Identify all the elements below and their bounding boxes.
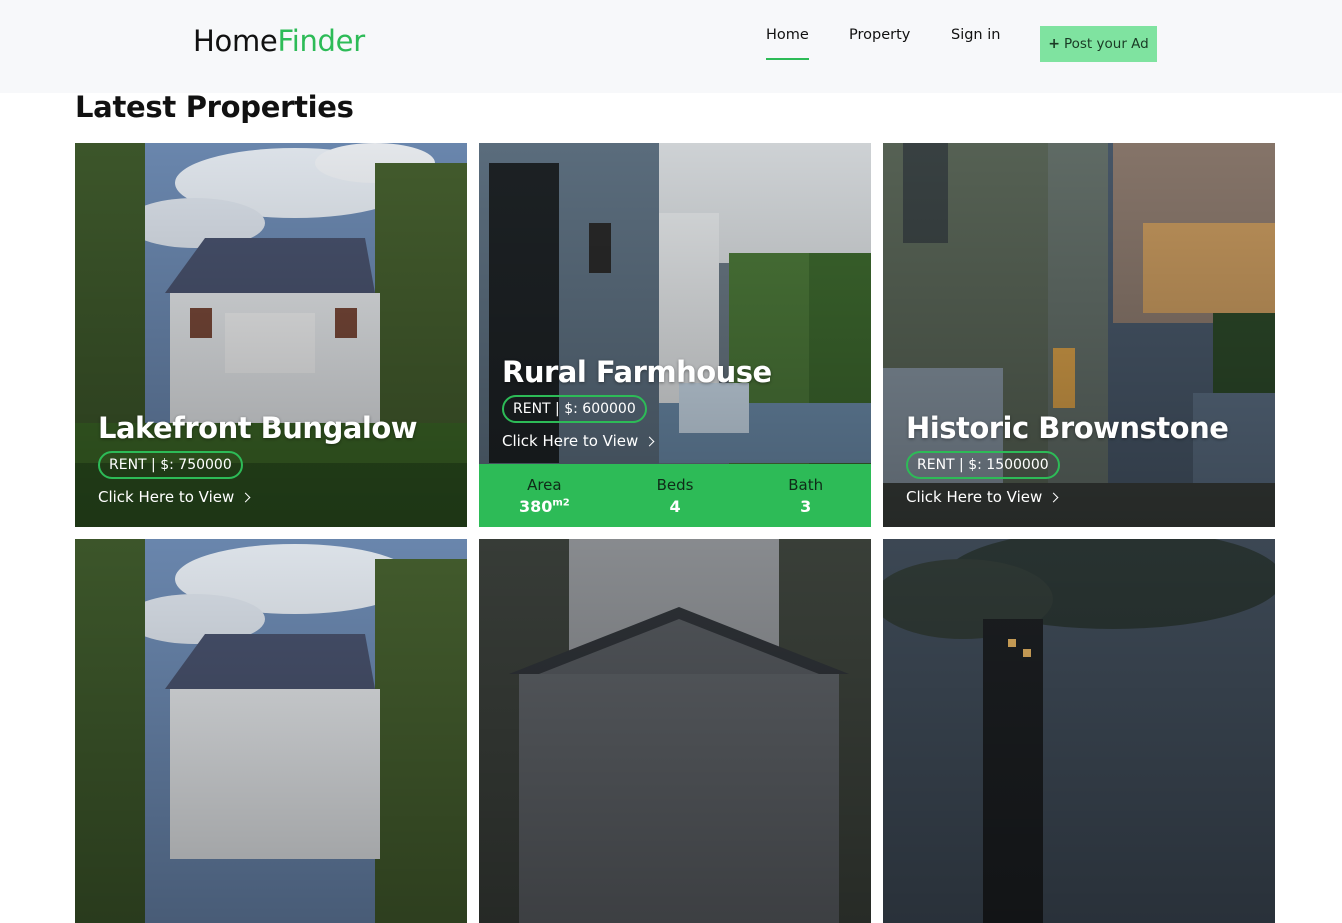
card-price-badge: RENT | $: 600000	[502, 395, 647, 423]
logo-text-finder: Finder	[277, 24, 365, 58]
chevron-right-icon	[240, 492, 251, 503]
stat-bath-value: 3	[800, 496, 812, 516]
navbar: HomeFinder Home Property Sign in + Post …	[0, 0, 1342, 93]
stat-beds-value: 4	[669, 496, 681, 516]
view-link-label: Click Here to View	[98, 488, 235, 506]
nav-signin[interactable]: Sign in	[951, 27, 1000, 43]
card-overlay	[479, 539, 871, 923]
nav-home[interactable]: Home	[766, 27, 809, 60]
card-title: Rural Farmhouse	[502, 355, 772, 389]
view-link-label: Click Here to View	[502, 432, 639, 450]
stat-area-unit: m2	[552, 497, 570, 509]
card-view-link[interactable]: Click Here to View	[906, 488, 1059, 506]
property-card[interactable]	[75, 539, 467, 923]
stat-bath: Bath 3	[740, 464, 871, 527]
post-ad-button[interactable]: + Post your Ad	[1040, 26, 1157, 62]
card-view-link[interactable]: Click Here to View	[98, 488, 251, 506]
stat-beds-label: Beds	[656, 475, 694, 494]
property-card[interactable]	[883, 539, 1275, 923]
plus-icon: +	[1048, 36, 1060, 52]
stat-area: Area 380m2	[479, 464, 610, 527]
logo[interactable]: HomeFinder	[193, 24, 365, 58]
stat-area-label: Area	[527, 475, 562, 494]
stat-beds: Beds 4	[610, 464, 741, 527]
property-card-lakefront-bungalow[interactable]: Lakefront Bungalow RENT | $: 750000 Clic…	[75, 143, 467, 527]
section-title: Latest Properties	[75, 90, 354, 124]
card-stats-bar: Area 380m2 Beds 4 Bath 3	[479, 464, 871, 527]
card-price-badge: RENT | $: 1500000	[906, 451, 1060, 479]
property-card[interactable]	[479, 539, 871, 923]
card-title: Historic Brownstone	[906, 411, 1229, 445]
view-link-label: Click Here to View	[906, 488, 1043, 506]
property-card-historic-brownstone[interactable]: Historic Brownstone RENT | $: 1500000 Cl…	[883, 143, 1275, 527]
stat-area-value: 380m2	[518, 496, 570, 516]
card-view-link[interactable]: Click Here to View	[502, 432, 655, 450]
post-ad-label: Post your Ad	[1063, 36, 1149, 52]
stat-bath-label: Bath	[788, 475, 824, 494]
card-overlay	[75, 539, 467, 923]
logo-text-home: Home	[193, 24, 278, 58]
property-card-rural-farmhouse[interactable]: Rural Farmhouse RENT | $: 600000 Click H…	[479, 143, 871, 527]
card-price-badge: RENT | $: 750000	[98, 451, 243, 479]
chevron-right-icon	[1048, 492, 1059, 503]
card-overlay	[883, 539, 1275, 923]
card-title: Lakefront Bungalow	[98, 411, 418, 445]
chevron-right-icon	[644, 436, 655, 447]
nav-property[interactable]: Property	[849, 27, 910, 43]
